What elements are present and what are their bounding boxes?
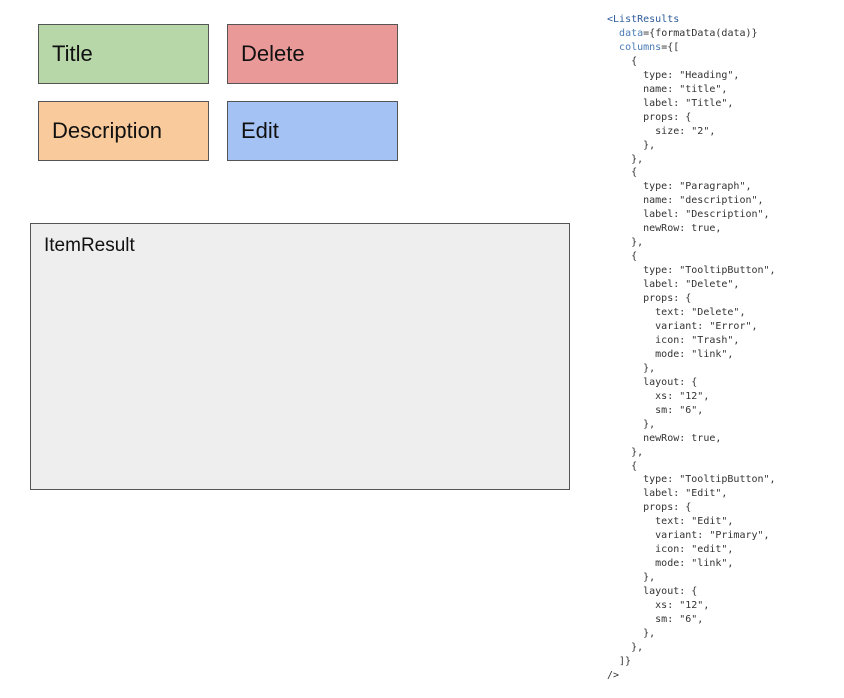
title-box-label: Title xyxy=(52,41,93,66)
item-result-box: ItemResult xyxy=(30,223,570,490)
edit-box-label: Edit xyxy=(241,118,279,143)
description-box: Description xyxy=(38,101,209,161)
code-body: { type: "Heading", name: "title", label:… xyxy=(607,55,776,681)
item-result-label: ItemResult xyxy=(44,235,135,256)
delete-box-label: Delete xyxy=(241,41,305,66)
code-listing: <ListResults data={formatData(data)} col… xyxy=(607,14,776,681)
code-data-attr: data xyxy=(619,27,644,39)
code-columns-open: ={[ xyxy=(661,41,680,53)
title-box: Title xyxy=(38,24,209,84)
code-data-value: {formatData(data)} xyxy=(649,27,758,39)
edit-box: Edit xyxy=(227,101,398,161)
code-columns-attr: columns xyxy=(619,41,662,53)
description-box-label: Description xyxy=(52,118,163,143)
delete-box: Delete xyxy=(227,24,398,84)
code-open-tag: ListResults xyxy=(613,14,680,25)
